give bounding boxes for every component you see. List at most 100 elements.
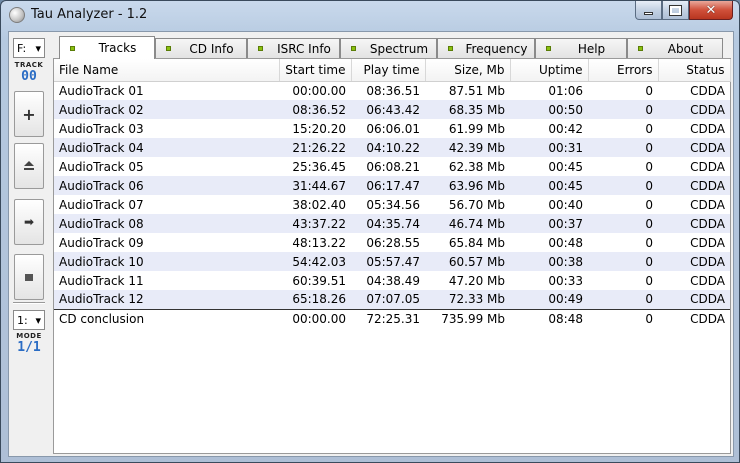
add-button[interactable]: + [14,91,44,137]
table-row[interactable]: AudioTrack 01 00:00.00 08:36.51 87.51 Mb 01:… [54,81,730,100]
uptime-cell: 00:38 [510,252,588,271]
status-led-icon [448,46,453,51]
uptime-cell: 01:06 [548,83,583,98]
tab-label: ISRC Info [277,41,331,56]
status-cell: CDDA [690,235,725,250]
file-name-cell: AudioTrack 03 [59,121,144,136]
uptime-cell: 00:33 [548,273,583,288]
tab-cd-info[interactable]: CD Info [155,38,247,58]
size-cell: 56.70 Mb [448,197,505,212]
mode-caption: MODE [16,332,42,340]
summary-uptime: 08:48 [510,308,588,328]
summary-play-time: 72:25.31 [351,308,425,328]
errors-cell: 0 [645,235,653,250]
uptime-cell: 00:31 [510,138,588,157]
tab-tracks[interactable]: Tracks [59,36,155,59]
status-cell: CDDA [658,100,730,119]
file-name-cell: AudioTrack 01 [59,83,144,98]
eject-button[interactable] [14,143,44,189]
size-cell: 72.33 Mb [425,290,510,309]
status-led-icon [166,46,171,51]
file-name-cell: AudioTrack 11 [59,273,144,288]
play-time-cell: 04:10.22 [351,138,425,157]
play-time-cell: 06:08.21 [366,159,420,174]
uptime-cell: 00:45 [548,159,583,174]
minimize-button[interactable] [635,1,662,20]
table-row[interactable]: AudioTrack 11 60:39.51 04:38.49 47.20 Mb 00:… [54,271,730,290]
status-cell: CDDA [658,176,730,195]
table-row[interactable]: AudioTrack 03 15:20.20 06:06.01 61.99 Mb 00:… [54,119,730,138]
status-cell: CDDA [690,273,725,288]
start-time-cell: 25:36.45 [292,159,346,174]
file-name-cell: AudioTrack 07 [59,197,144,212]
status-cell: CDDA [658,252,730,271]
mode-select[interactable]: 1: ▾ [13,310,45,330]
play-time-cell: 05:57.47 [351,252,425,271]
table-row[interactable]: AudioTrack 12 65:18.26 07:07.05 72.33 Mb 00:… [54,290,730,309]
size-cell: 68.35 Mb [425,100,510,119]
tab-about[interactable]: About [627,38,723,58]
start-time-cell: 43:37.22 [279,214,351,233]
next-icon: ➡ [23,215,35,229]
window-title: Tau Analyzer - 1.2 [31,7,148,22]
column-header-start-time[interactable]: Start time [279,59,352,82]
column-header-status[interactable]: Status [658,59,731,82]
table-row[interactable]: AudioTrack 08 43:37.22 04:35.74 46.74 Mb 00:… [54,214,730,233]
table-row[interactable]: AudioTrack 02 08:36.52 06:43.42 68.35 Mb 00:… [54,100,730,119]
table-row[interactable]: AudioTrack 05 25:36.45 06:08.21 62.38 Mb 00:… [54,157,730,176]
status-cell: CDDA [658,214,730,233]
maximize-button[interactable] [662,1,689,20]
tab-isrc-info[interactable]: ISRC Info [247,38,340,58]
start-time-cell: 31:44.67 [279,176,351,195]
chevron-down-icon: ▾ [35,41,41,55]
table-row[interactable]: AudioTrack 06 31:44.67 06:17.47 63.96 Mb 00:… [54,176,730,195]
start-time-cell: 08:36.52 [279,100,351,119]
stop-button[interactable] [14,254,44,300]
uptime-cell: 00:48 [548,235,583,250]
tab-help[interactable]: Help [535,38,627,58]
status-cell: CDDA [658,138,730,157]
summary-errors: 0 [588,308,658,328]
size-cell: 65.84 Mb [448,235,505,250]
column-header-file-name[interactable]: File Name [54,59,280,82]
app-icon[interactable] [9,7,25,23]
mode-select-value: 1: [17,313,28,327]
status-cell: CDDA [690,83,725,98]
column-header-errors[interactable]: Errors [588,59,659,82]
file-name-cell: AudioTrack 10 [54,252,279,271]
title-bar[interactable]: Tau Analyzer - 1.2 ✕ [1,1,739,31]
uptime-cell: 00:37 [510,214,588,233]
track-number: 00 [21,69,37,84]
table-header-row: File Name Start time Play time Size, Mb … [54,59,731,82]
window-controls: ✕ [635,1,733,21]
column-header-uptime[interactable]: Uptime [510,59,589,82]
start-time-cell: 15:20.20 [292,121,346,136]
play-time-cell: 07:07.05 [351,290,425,309]
table-row[interactable]: AudioTrack 09 48:13.22 06:28.55 65.84 Mb 00:… [54,233,730,252]
status-led-icon [70,45,75,51]
start-time-cell: 60:39.51 [292,273,346,288]
size-cell: 46.74 Mb [425,214,510,233]
summary-size: 735.99 Mb [425,308,510,328]
close-button[interactable]: ✕ [689,1,733,20]
errors-cell: 0 [645,197,653,212]
column-header-play-time[interactable]: Play time [351,59,426,82]
table-row[interactable]: AudioTrack 10 54:42.03 05:57.47 60.57 Mb 00:… [54,252,730,271]
next-button[interactable]: ➡ [14,199,44,245]
tab-spectrum[interactable]: Spectrum [340,38,437,58]
stop-icon [25,273,33,281]
start-time-cell: 54:42.03 [279,252,351,271]
start-time-cell: 38:02.40 [292,197,346,212]
chevron-down-icon: ▾ [35,313,41,327]
drive-select[interactable]: F: ▾ [13,38,45,58]
tracks-table[interactable]: File Name Start time Play time Size, Mb … [53,58,731,454]
tab-frequency[interactable]: Frequency [437,38,535,58]
table-row[interactable]: AudioTrack 04 21:26.22 04:10.22 42.39 Mb 00:… [54,138,730,157]
file-name-cell: AudioTrack 06 [54,176,279,195]
column-header-size[interactable]: Size, Mb [425,59,511,82]
tab-label: About [667,41,704,56]
table-row[interactable]: AudioTrack 07 38:02.40 05:34.56 56.70 Mb 00:… [54,195,730,214]
plus-icon: + [22,104,36,124]
track-list: File Name Start time Play time Size, Mb … [54,59,731,328]
app-window: Tau Analyzer - 1.2 ✕ F: ▾ TRACK 00 + ➡ 1… [0,0,740,463]
